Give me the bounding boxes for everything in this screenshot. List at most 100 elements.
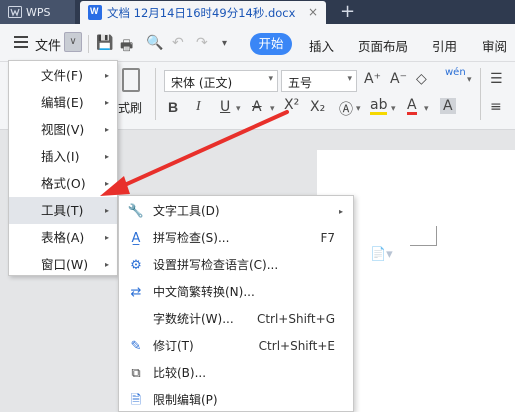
paragraph-format-icon[interactable]: ≡ <box>490 99 502 115</box>
menu-item-tools[interactable]: 工具(T) ▸ <box>9 197 117 224</box>
chevron-down-icon: ▾ <box>268 74 273 84</box>
font-size-select[interactable]: 五号 ▾ <box>281 70 357 92</box>
submenu-arrow-icon: ▸ <box>105 98 110 107</box>
subscript-icon[interactable]: X₂ <box>310 99 325 115</box>
menu-item-label: 文件(F) <box>41 68 83 83</box>
print-preview-icon[interactable]: 🔍 <box>146 35 163 51</box>
chevron-down-icon: ▾ <box>347 74 352 84</box>
submenu-item-spell-check[interactable]: A̲ 拼写检查(S)... F7 <box>119 225 353 252</box>
underline-icon[interactable]: U <box>220 99 230 115</box>
clear-format-icon[interactable]: ◇ <box>416 71 427 87</box>
menu-item-format[interactable]: 格式(O) ▸ <box>9 170 117 197</box>
submenu-item-restrict-editing[interactable]: 🗎 限制编辑(P) <box>119 387 353 412</box>
format-painter-label[interactable]: 式刷 <box>118 99 142 116</box>
tools-submenu: 🔧 文字工具(D) ▸ A̲ 拼写检查(S)... F7 ⚙ 设置拼写检查语言(… <box>118 195 354 412</box>
decrease-font-size-icon[interactable]: A⁻ <box>390 71 407 87</box>
highlight-color-icon[interactable]: ab <box>370 98 388 115</box>
new-tab-button[interactable]: + <box>340 1 355 22</box>
hamburger-menu-icon[interactable] <box>14 36 28 48</box>
submenu-item-spell-language[interactable]: ⚙ 设置拼写检查语言(C)... <box>119 252 353 279</box>
submenu-item-label: 限制编辑(P) <box>153 393 218 407</box>
language-icon: ⚙ <box>130 258 142 273</box>
strikethrough-icon[interactable]: A <box>252 99 262 115</box>
menu-item-insert[interactable]: 插入(I) ▸ <box>9 143 117 170</box>
submenu-arrow-icon: ▸ <box>105 125 110 134</box>
quick-access-more-icon[interactable]: ▾ <box>222 38 227 49</box>
paste-options-icon[interactable]: 📄▾ <box>370 247 393 262</box>
wrench-icon: 🔧 <box>127 204 145 219</box>
menu-item-window[interactable]: 窗口(W) ▸ <box>9 251 117 278</box>
font-color-icon[interactable]: A <box>407 98 417 115</box>
file-menu-button[interactable]: 文件 <box>35 35 61 54</box>
redo-icon[interactable]: ↷ <box>196 35 208 51</box>
submenu-item-label: 文字工具(D) <box>153 204 220 218</box>
menu-item-label: 工具(T) <box>41 203 84 218</box>
font-name-value: 宋体 (正文) <box>171 76 233 90</box>
character-shading-icon[interactable]: A <box>440 98 456 114</box>
print-icon[interactable]: 🖶 <box>120 35 133 59</box>
close-tab-icon[interactable]: × <box>308 5 318 19</box>
tab-insert[interactable]: 插入 <box>309 36 334 55</box>
pinyin-guide-icon[interactable]: wén <box>445 67 466 78</box>
submenu-item-label: 比较(B)... <box>153 366 207 380</box>
tab-references[interactable]: 引用 <box>432 36 457 55</box>
spellcheck-icon: A̲ <box>131 231 141 246</box>
submenu-item-revision[interactable]: ✎ 修订(T) Ctrl+Shift+E <box>119 333 353 360</box>
wps-home-tab[interactable]: WPS <box>0 0 75 24</box>
document-tab[interactable]: 文档 12月14日16时49分14秒.docx × <box>80 1 326 24</box>
menu-item-label: 窗口(W) <box>41 257 89 272</box>
submenu-item-text-tools[interactable]: 🔧 文字工具(D) ▸ <box>119 198 353 225</box>
tab-home[interactable]: 开始 <box>250 33 292 55</box>
chevron-down-icon[interactable]: ▾ <box>424 104 429 114</box>
menu-item-view[interactable]: 视图(V) ▸ <box>9 116 117 143</box>
submenu-item-label: 设置拼写检查语言(C)... <box>153 258 279 272</box>
divider <box>480 68 481 120</box>
divider <box>88 35 89 53</box>
submenu-arrow-icon: ▸ <box>105 152 110 161</box>
document-tab-title: 文档 12月14日16时49分14秒.docx <box>107 5 296 20</box>
menu-item-label: 视图(V) <box>41 122 85 137</box>
menu-item-edit[interactable]: 编辑(E) ▸ <box>9 89 117 116</box>
format-painter-icon[interactable] <box>122 68 140 92</box>
submenu-item-word-count[interactable]: 字数统计(W)... Ctrl+Shift+G <box>119 306 353 333</box>
tab-review[interactable]: 审阅 <box>482 36 507 55</box>
submenu-arrow-icon: ▸ <box>105 71 110 80</box>
submenu-arrow-icon: ▸ <box>105 206 110 215</box>
save-icon[interactable]: 💾 <box>96 35 113 51</box>
menu-item-label: 编辑(E) <box>41 95 84 110</box>
font-size-value: 五号 <box>288 76 313 90</box>
menu-item-label: 表格(A) <box>41 230 85 245</box>
bullet-list-icon[interactable]: ☰ <box>490 71 503 87</box>
tab-page-layout[interactable]: 页面布局 <box>358 36 408 55</box>
bold-icon[interactable]: B <box>168 99 178 115</box>
submenu-item-label: 修订(T) <box>153 339 194 353</box>
file-main-menu: 文件(F) ▸ 编辑(E) ▸ 视图(V) ▸ 插入(I) ▸ 格式(O) ▸ 工具(T)… <box>8 60 118 276</box>
submenu-item-label: 中文简繁转换(N)... <box>153 285 255 299</box>
divider <box>155 68 156 120</box>
margin-corner-mark <box>410 226 437 246</box>
revision-icon: ✎ <box>130 339 142 354</box>
shortcut-label: F7 <box>320 231 335 245</box>
text-effect-icon[interactable]: Ⓐ <box>339 99 353 119</box>
chevron-down-icon[interactable]: ▾ <box>391 104 396 114</box>
menu-row: 文件 ∨ 💾 🖶 🔍 ↶ ↷ ▾ 开始 插入 页面布局 引用 审阅 <box>0 24 515 62</box>
superscript-icon[interactable]: X² <box>284 97 299 113</box>
chevron-down-icon[interactable]: ▾ <box>356 104 361 114</box>
chevron-down-icon[interactable]: ▾ <box>270 104 275 114</box>
file-dropdown-button[interactable]: ∨ <box>64 32 82 52</box>
chevron-down-icon[interactable]: ▾ <box>236 104 241 114</box>
undo-icon[interactable]: ↶ <box>172 35 184 51</box>
submenu-item-compare[interactable]: ⧉ 比较(B)... <box>119 360 353 387</box>
submenu-arrow-icon: ▸ <box>105 233 110 242</box>
compare-icon: ⧉ <box>131 366 141 381</box>
increase-font-size-icon[interactable]: A⁺ <box>364 71 381 87</box>
italic-icon[interactable]: I <box>196 99 201 115</box>
menu-item-table[interactable]: 表格(A) ▸ <box>9 224 117 251</box>
menu-item-label: 格式(O) <box>41 176 86 191</box>
submenu-item-label: 字数统计(W)... <box>153 312 234 326</box>
chevron-down-icon[interactable]: ▾ <box>467 75 472 85</box>
restrict-icon: 🗎 <box>130 393 142 408</box>
menu-item-file[interactable]: 文件(F) ▸ <box>9 62 117 89</box>
submenu-item-chinese-conversion[interactable]: ⇄ 中文简繁转换(N)... <box>119 279 353 306</box>
font-name-select[interactable]: 宋体 (正文) ▾ <box>164 70 278 92</box>
